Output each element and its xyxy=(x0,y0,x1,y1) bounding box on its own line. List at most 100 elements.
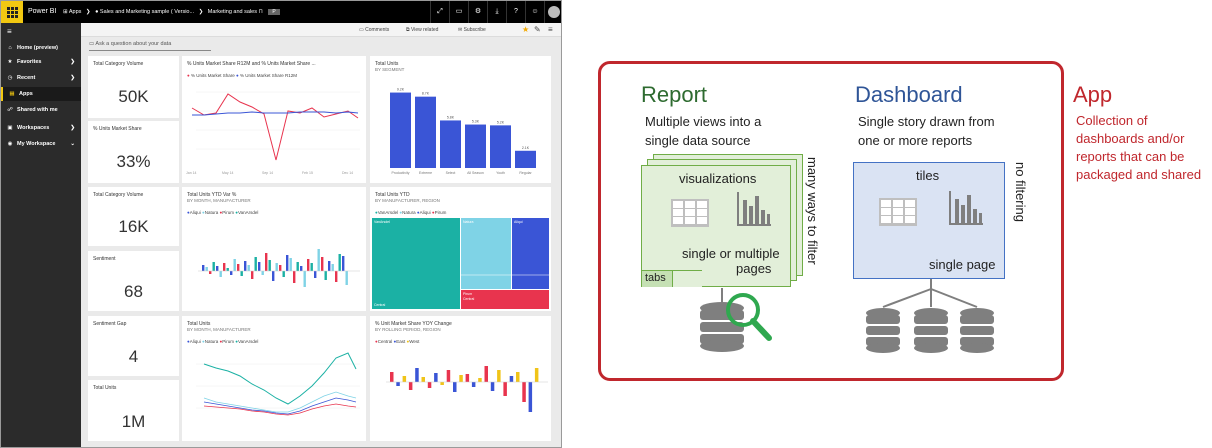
variance-bar xyxy=(209,271,212,274)
card-title: Sentiment xyxy=(93,256,116,262)
yoy-bar xyxy=(390,372,394,382)
top-bar: Power BI ⊞ Apps ❯ ● Sales and Marketing … xyxy=(1,1,561,23)
variance-bar xyxy=(310,263,313,271)
nav-item-home[interactable]: ⌂ Home (preview) xyxy=(1,41,81,55)
app-launcher-icon[interactable] xyxy=(1,1,23,23)
subscribe-button[interactable]: ✉ Subscribe xyxy=(458,27,486,33)
card-value: 1M xyxy=(121,412,146,431)
nav-item-apps[interactable]: ▦ Apps xyxy=(1,87,81,101)
apps-icon: ▦ xyxy=(9,91,15,97)
variance-bar xyxy=(212,262,215,271)
units-segment-chart: 9.2K Productivity 8.7K Extreme 5.8K Select 5.3… xyxy=(390,88,536,175)
favorite-star-icon[interactable]: ★ xyxy=(522,25,529,34)
card-tile[interactable]: Total Units 1M xyxy=(88,380,179,441)
qa-input[interactable]: ▭ Ask a question about your data xyxy=(89,41,211,51)
variance-bar xyxy=(258,262,261,271)
smiley-icon[interactable]: ☺ xyxy=(525,1,544,23)
top-icons: ⤢ ▭ ⚙ ⤓ ? ☺ xyxy=(430,1,561,23)
treemap-label: Pirum xyxy=(463,292,472,296)
visualizations-label: visualizations xyxy=(679,171,757,186)
variance-bar xyxy=(216,266,219,271)
chevron-right-icon: ❯ xyxy=(70,59,75,65)
segment-category-label: Youth xyxy=(496,171,505,175)
variance-bar xyxy=(317,249,320,271)
breadcrumb-dashboard[interactable]: Marketing and sales xyxy=(208,9,257,15)
units-segment-chart-tile[interactable]: Total Units BY SEGMENT 9.2K Productivity 8… xyxy=(370,56,551,183)
share-yoy-chart xyxy=(386,366,548,412)
card-tile[interactable]: % Units Market Share 33% xyxy=(88,121,179,183)
yoy-bar xyxy=(497,370,501,382)
download-icon[interactable]: ⤓ xyxy=(487,1,506,23)
ytd-var-chart-tile[interactable]: Total Units YTD Var % BY MONTH, MANUFACT… xyxy=(182,187,366,311)
report-description: Multiple views into a single data source xyxy=(645,114,762,148)
table-icon xyxy=(879,198,917,226)
variance-bar xyxy=(300,266,303,271)
card-tile[interactable]: Sentiment Gap 4 xyxy=(88,316,179,376)
yoy-bar xyxy=(465,374,470,382)
help-icon[interactable]: ? xyxy=(506,1,525,23)
share-line-chart-tile[interactable]: % Units Market Share R12M and % Units Ma… xyxy=(182,56,366,183)
ytd-region-chart-tile[interactable]: Total Units YTD BY MANUFACTURER, REGION … xyxy=(370,187,551,311)
yoy-bar xyxy=(516,372,520,382)
segment-bar-label: 2.1K xyxy=(522,146,530,150)
segment-category-label: Select xyxy=(446,171,456,175)
card-title: % Units Market Share xyxy=(93,126,142,132)
nav-item-workspaces[interactable]: ▣ Workspaces ❯ xyxy=(1,121,81,135)
edit-icon[interactable]: ✎ xyxy=(534,25,541,34)
variance-bar xyxy=(223,263,226,271)
variance-bar xyxy=(233,259,236,271)
card-value: 68 xyxy=(124,282,143,301)
chevron-right-icon: ❯ xyxy=(70,75,75,81)
yoy-bar xyxy=(408,382,413,390)
variance-bar xyxy=(307,259,310,271)
units-month-chart-tile[interactable]: Total Units BY MONTH, MANUFACTURER ●Aliq… xyxy=(182,316,366,441)
breadcrumb-app[interactable]: Sales and Marketing sample ( Versio... xyxy=(100,9,194,15)
dashboard-toolbar: ▭ Comments ⧉ View related ✉ Subscribe ★ … xyxy=(81,23,561,37)
variance-bar xyxy=(338,254,341,271)
variance-bar xyxy=(226,268,229,271)
variance-bar xyxy=(268,260,271,271)
chat-icon[interactable]: ▭ xyxy=(449,1,468,23)
home-icon: ⌂ xyxy=(8,45,12,51)
card-tile[interactable]: Sentiment 68 xyxy=(88,251,179,311)
expand-icon[interactable]: ⤢ xyxy=(430,1,449,23)
yoy-bar xyxy=(509,376,514,382)
card-tile[interactable]: Total Category Volume 16K xyxy=(88,187,179,246)
variance-bar xyxy=(275,263,278,271)
yoy-bar xyxy=(427,382,432,388)
breadcrumb-apps[interactable]: Apps xyxy=(69,9,82,15)
variance-bar xyxy=(314,271,317,278)
settings-icon[interactable]: ⚙ xyxy=(468,1,487,23)
nav-item-favorites[interactable]: ★ Favorites ❯ xyxy=(1,55,81,69)
card-tile[interactable]: Total Category Volume 50K xyxy=(88,56,179,118)
variance-bar xyxy=(293,271,296,283)
concept-diagram: Report Multiple views into a single data… xyxy=(590,52,1212,392)
no-filtering-label: no filtering xyxy=(1013,162,1028,222)
yoy-bar xyxy=(478,378,482,382)
yoy-bar xyxy=(490,382,495,391)
yoy-bar xyxy=(471,382,476,387)
workspaces-icon: ▣ xyxy=(7,125,13,131)
nav-item-shared[interactable]: ☍ Shared with me xyxy=(1,103,81,117)
variance-bar xyxy=(244,261,247,271)
avatar-icon[interactable] xyxy=(544,1,561,23)
yoy-bar xyxy=(534,368,539,382)
nav-item-recent[interactable]: ◷ Recent ❯ xyxy=(1,71,81,85)
ytd-var-chart xyxy=(198,249,360,287)
comments-button[interactable]: ▭ Comments xyxy=(359,27,389,33)
sensitivity-pill[interactable]: P xyxy=(268,9,280,15)
yoy-bar xyxy=(528,382,533,412)
share-line-chart: Jan 14 May 14 Sep 14 Feb 15 Dec 14 xyxy=(186,91,360,175)
brand-name[interactable]: Power BI xyxy=(28,8,56,15)
more-icon[interactable]: ≡ xyxy=(548,25,553,34)
variance-bar xyxy=(282,271,285,277)
units-month-chart xyxy=(196,352,360,416)
nav-item-my-workspace[interactable]: ◉ My Workspace ⌄ xyxy=(1,137,81,151)
dashboard-heading: Dashboard xyxy=(855,82,963,107)
hamburger-icon[interactable]: ≡ xyxy=(7,27,12,36)
variance-bar xyxy=(202,265,205,271)
svg-text:Feb 15: Feb 15 xyxy=(302,171,313,175)
view-related-button[interactable]: ⧉ View related xyxy=(406,27,438,33)
share-yoy-chart-tile[interactable]: % Unit Market Share YOY Change BY ROLLIN… xyxy=(370,316,551,441)
variance-bar xyxy=(265,253,268,271)
